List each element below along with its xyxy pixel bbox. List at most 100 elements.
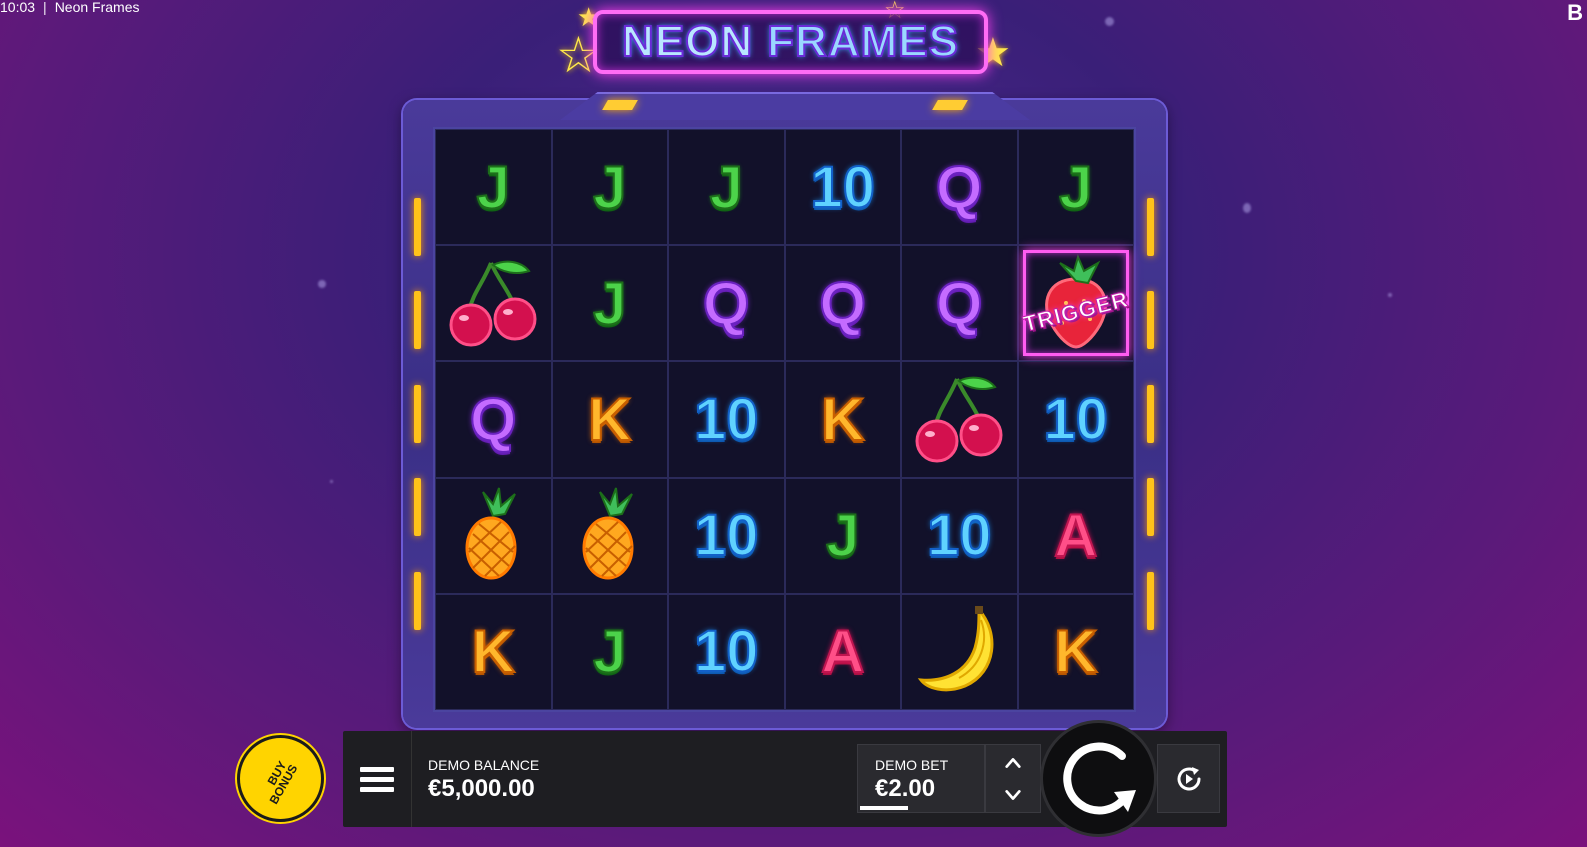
bet-display: DEMO BET €2.00 — [857, 744, 985, 813]
reel-cell: TRIGGER — [1017, 245, 1134, 362]
banana-icon — [918, 605, 994, 692]
symbol-10: 10 — [693, 386, 760, 453]
reel-cell — [901, 593, 1018, 710]
side-light — [1147, 478, 1154, 536]
game-logo: NEON FRAMES — [593, 10, 988, 74]
reel-cell: 10 — [784, 129, 901, 246]
balance-label: DEMO BALANCE — [428, 757, 540, 773]
symbol-J: J — [592, 153, 627, 222]
balance-value: €5,000.00 — [428, 775, 535, 802]
symbol-J: J — [592, 269, 627, 338]
spin-button[interactable] — [1040, 720, 1157, 837]
menu-button[interactable] — [343, 731, 412, 827]
symbol-Q: Q — [702, 269, 751, 338]
reel-cell: K — [784, 361, 901, 478]
bet-stepper — [985, 744, 1041, 813]
side-light — [1147, 572, 1154, 630]
cherry-icon — [915, 377, 1003, 463]
side-light — [414, 198, 421, 256]
symbol-Q: Q — [818, 269, 867, 338]
reel-cell: J — [784, 477, 901, 594]
pineapple-icon — [582, 487, 634, 580]
reel-cell: 10 — [668, 593, 785, 710]
reel-cell: A — [784, 593, 901, 710]
side-light — [414, 291, 421, 349]
top-bar: 10:03 | Neon Frames — [0, 0, 140, 14]
side-light — [1147, 291, 1154, 349]
reel-cell: 10 — [901, 477, 1018, 594]
reel-cell: K — [435, 593, 552, 710]
symbol-Q: Q — [935, 153, 984, 222]
bokeh-dot — [1243, 203, 1251, 213]
symbol-J: J — [476, 153, 511, 222]
symbol-K: K — [1053, 617, 1098, 686]
menu-icon — [360, 762, 394, 797]
side-light — [1147, 198, 1154, 256]
chevron-up-icon[interactable] — [1004, 754, 1022, 772]
side-light — [414, 572, 421, 630]
symbol-K: K — [471, 617, 516, 686]
symbol-J: J — [1058, 153, 1093, 222]
symbol-10: 10 — [809, 154, 876, 221]
symbol-Q: Q — [935, 269, 984, 338]
chevron-down-icon[interactable] — [1004, 786, 1022, 804]
game-title: Neon Frames — [54, 0, 140, 15]
bet-indicator — [860, 806, 908, 810]
symbol-10: 10 — [693, 618, 760, 685]
reel-cell: J — [551, 245, 668, 362]
balance-display: DEMO BALANCE €5,000.00 — [428, 757, 539, 803]
symbol-A: A — [1053, 501, 1098, 570]
symbol-J: J — [709, 153, 744, 222]
side-light — [414, 478, 421, 536]
reel-cell: J — [1017, 129, 1134, 246]
symbol-A: A — [820, 617, 865, 686]
separator: | — [43, 0, 47, 15]
reel-cell: Q — [901, 245, 1018, 362]
symbol-Q: Q — [469, 385, 518, 454]
spin-icon — [1062, 742, 1136, 814]
reel-cell — [435, 245, 552, 362]
reel-cell — [551, 477, 668, 594]
reel-cell: 10 — [668, 477, 785, 594]
symbol-10: 10 — [926, 502, 993, 569]
symbol-10: 10 — [693, 502, 760, 569]
symbol-10: 10 — [1042, 386, 1109, 453]
reel-cell: J — [668, 129, 785, 246]
buy-bonus-button[interactable]: BUY BONUS — [237, 735, 324, 822]
brand-logo: B — [1567, 0, 1583, 25]
bet-value: €2.00 — [875, 775, 936, 802]
reel-cell: A — [1017, 477, 1134, 594]
bet-label: DEMO BET — [875, 757, 949, 773]
reel-cell: K — [551, 361, 668, 478]
clock: 10:03 — [0, 0, 36, 15]
logo-word-frames: FRAMES — [766, 16, 959, 67]
pineapple-icon — [465, 487, 517, 580]
reel-cell: Q — [901, 129, 1018, 246]
reel-cell — [435, 477, 552, 594]
frame-light — [602, 100, 638, 110]
reel-grid: J J J 10 Q J JQQQ TRIGGER Q K 10 K 10 10 J 10 A K J 10 A… — [433, 127, 1136, 712]
frame-light — [932, 100, 968, 110]
bokeh-dot — [1105, 17, 1114, 26]
cherry-icon — [449, 260, 537, 347]
reel-cell: Q — [435, 361, 552, 478]
reel-cell: J — [551, 593, 668, 710]
symbol-K: K — [820, 385, 865, 454]
symbol-K: K — [587, 385, 632, 454]
symbol-J: J — [825, 501, 860, 570]
reel-cell: K — [1017, 593, 1134, 710]
bokeh-dot — [330, 480, 333, 483]
reel-cell — [901, 361, 1018, 478]
autoplay-button[interactable] — [1157, 744, 1220, 813]
bokeh-dot — [1388, 293, 1392, 297]
symbol-J: J — [592, 617, 627, 686]
autoplay-icon — [1177, 766, 1200, 790]
reel-cell: Q — [668, 245, 785, 362]
side-light — [414, 385, 421, 443]
reel-cell: 10 — [1017, 361, 1134, 478]
side-light — [1147, 385, 1154, 443]
reel-cell: J — [435, 129, 552, 246]
reel-cell: Q — [784, 245, 901, 362]
logo-word-neon: NEON — [621, 16, 754, 67]
reel-cell: J — [551, 129, 668, 246]
